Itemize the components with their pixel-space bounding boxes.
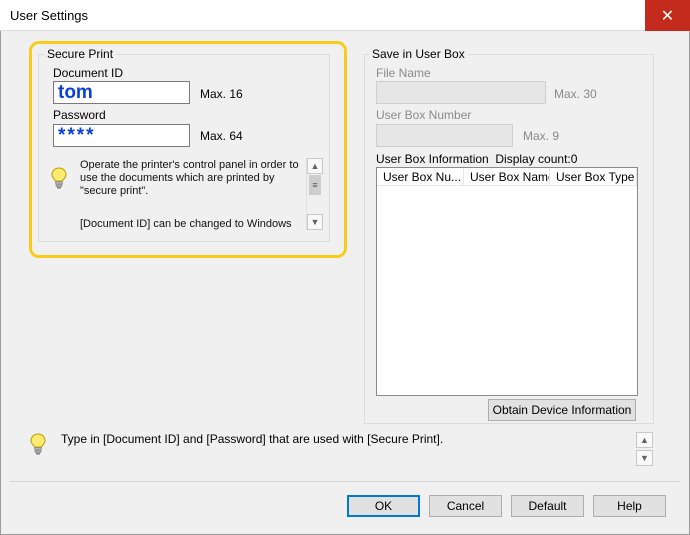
user-box-group-title: Save in User Box bbox=[369, 47, 468, 61]
file-name-max: Max. 30 bbox=[554, 87, 597, 101]
title-bar: User Settings ✕ bbox=[0, 0, 690, 31]
lightbulb-icon bbox=[30, 433, 46, 455]
user-box-number-max: Max. 9 bbox=[523, 129, 560, 143]
help-button[interactable]: Help bbox=[593, 495, 666, 517]
column-header-user-box-number[interactable]: User Box Nu... bbox=[377, 168, 464, 186]
default-button[interactable]: Default bbox=[511, 495, 584, 517]
file-name-label: File Name bbox=[376, 66, 431, 80]
column-header-user-box-name[interactable]: User Box Name bbox=[464, 168, 550, 186]
user-box-list[interactable]: User Box Nu... User Box Name User Box Ty… bbox=[376, 167, 638, 396]
column-header-user-box-type[interactable]: User Box Type bbox=[550, 168, 637, 186]
scroll-up-icon[interactable]: ▲ bbox=[636, 432, 653, 448]
user-box-number-field[interactable] bbox=[376, 124, 513, 147]
close-button[interactable]: ✕ bbox=[645, 0, 690, 31]
user-box-info-label: User Box Information Display count:0 bbox=[376, 152, 578, 166]
close-icon: ✕ bbox=[660, 7, 675, 25]
scroll-down-icon[interactable]: ▼ bbox=[636, 450, 653, 466]
window-title: User Settings bbox=[10, 8, 89, 23]
obtain-device-info-button[interactable]: Obtain Device Information bbox=[488, 399, 636, 421]
divider bbox=[10, 481, 680, 482]
hint-scrollbar[interactable]: ▲ ▼ bbox=[636, 432, 653, 466]
file-name-field[interactable] bbox=[376, 81, 546, 104]
cancel-button[interactable]: Cancel bbox=[429, 495, 502, 517]
user-box-number-label: User Box Number bbox=[376, 108, 472, 122]
hint-text: Type in [Document ID] and [Password] tha… bbox=[61, 432, 444, 446]
ok-button[interactable]: OK bbox=[347, 495, 420, 517]
secure-print-highlight bbox=[29, 41, 347, 258]
